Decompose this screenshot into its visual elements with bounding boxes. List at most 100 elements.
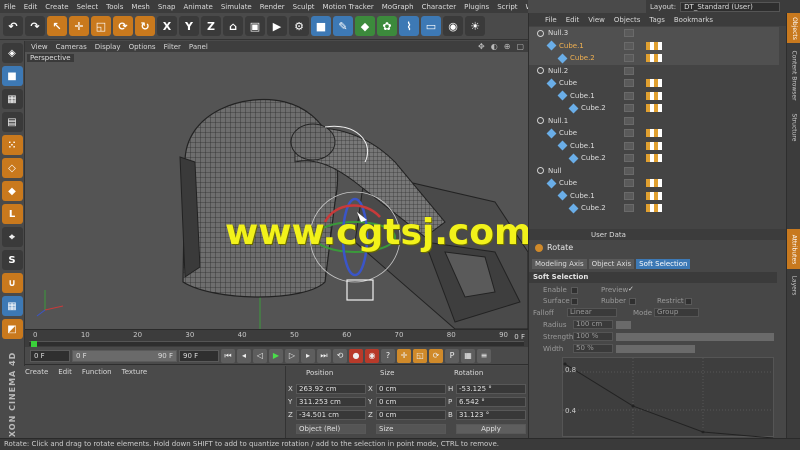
recent-tool-icon[interactable]: ↻ — [135, 16, 155, 36]
material-tags-icon[interactable] — [646, 204, 662, 213]
light-icon[interactable]: ☀ — [465, 16, 485, 36]
material-tags-icon[interactable] — [646, 104, 662, 113]
texture-mode-icon[interactable]: ▦ — [1, 89, 23, 109]
object-row[interactable]: Null.2 — [529, 65, 779, 78]
obj-menu-bookmarks[interactable]: Bookmarks — [674, 16, 713, 24]
object-row[interactable]: Cube.1 — [529, 140, 779, 153]
material-tags-icon[interactable] — [646, 54, 662, 63]
visibility-flags[interactable] — [624, 41, 634, 50]
spline-pen-icon[interactable]: ✎ — [333, 16, 353, 36]
obj-menu-view[interactable]: View — [588, 16, 605, 24]
material-tags-icon[interactable] — [646, 79, 662, 88]
viewport-menu-options[interactable]: Options — [129, 43, 156, 51]
obj-menu-file[interactable]: File — [545, 16, 557, 24]
render-picture-viewer-icon[interactable]: ▶ — [267, 16, 287, 36]
points-mode-icon[interactable]: ⁙ — [1, 135, 23, 155]
cube-object-icon[interactable]: ■ — [311, 16, 331, 36]
visibility-flags[interactable] — [624, 104, 634, 113]
max-frame-field[interactable]: 90 F — [179, 349, 219, 362]
menu-sculpt[interactable]: Sculpt — [293, 3, 315, 11]
menu-window[interactable]: Window — [526, 3, 528, 11]
menu-motion-tracker[interactable]: Motion Tracker — [323, 3, 374, 11]
workplane-icon[interactable]: ▤ — [1, 112, 23, 132]
apply-button[interactable]: Apply — [456, 424, 526, 434]
tweak-mode-icon[interactable]: ⌖ — [1, 227, 23, 247]
array-icon[interactable]: ✿ — [377, 16, 397, 36]
visibility-flags[interactable] — [624, 191, 634, 200]
move-icon[interactable]: ✛ — [69, 16, 89, 36]
side-tab-structure[interactable]: Structure — [787, 107, 800, 147]
rubber-checkbox[interactable] — [629, 298, 636, 305]
radius-field[interactable]: 100 cm — [573, 320, 613, 329]
attr-menu-user-data[interactable]: User Data — [591, 231, 626, 239]
menu-file[interactable]: File — [4, 3, 16, 11]
next-key-icon[interactable]: ▸ — [301, 348, 315, 363]
keyframe-selection-icon[interactable]: ? — [381, 348, 395, 363]
material-tags-icon[interactable] — [646, 129, 662, 138]
object-row[interactable]: Cube.1 — [529, 90, 779, 103]
viewport-menu-view[interactable]: View — [31, 43, 48, 51]
viewport-camera-icon[interactable]: ◐ — [491, 42, 498, 51]
material-menu-texture[interactable]: Texture — [122, 368, 148, 376]
side-tab-content-browser[interactable]: Content Browser — [787, 45, 800, 105]
viewport-menu-display[interactable]: Display — [95, 43, 121, 51]
object-row[interactable]: Cube.1 — [529, 190, 779, 203]
menu-mograph[interactable]: MoGraph — [382, 3, 414, 11]
magnet-icon[interactable]: ∪ — [1, 273, 23, 293]
goto-start-icon[interactable]: ⏮ — [221, 348, 235, 363]
menu-character[interactable]: Character — [422, 3, 457, 11]
material-tags-icon[interactable] — [646, 41, 662, 50]
strength-field[interactable]: 100 % — [573, 332, 613, 341]
material-menu-function[interactable]: Function — [82, 368, 112, 376]
snap-icon[interactable]: S — [1, 250, 23, 270]
record-position-icon[interactable]: ✛ — [397, 348, 411, 363]
object-row[interactable]: Cube.1 — [529, 39, 779, 52]
menu-simulate[interactable]: Simulate — [221, 3, 252, 11]
enable-axis-icon[interactable]: L — [1, 204, 23, 224]
y-axis-icon[interactable]: Y — [179, 16, 199, 36]
timeline-scrubber[interactable] — [29, 341, 524, 347]
model-mode-icon[interactable]: ■ — [1, 66, 23, 86]
floor-icon[interactable]: ▭ — [421, 16, 441, 36]
restrict-checkbox[interactable] — [685, 298, 692, 305]
menu-script[interactable]: Script — [497, 3, 517, 11]
play-icon[interactable]: ▶ — [269, 348, 283, 363]
menu-select[interactable]: Select — [77, 3, 99, 11]
surface-checkbox[interactable] — [571, 298, 578, 305]
viewport-menu-cameras[interactable]: Cameras — [56, 43, 87, 51]
side-tab-objects[interactable]: Objects — [787, 13, 800, 43]
visibility-flags[interactable] — [624, 129, 634, 138]
size-mode-select[interactable]: Size — [376, 424, 446, 434]
prev-key-icon[interactable]: ◂ — [237, 348, 251, 363]
position-x-field[interactable]: 263.92 cm — [296, 384, 366, 394]
record-keys-icon[interactable]: ● — [349, 348, 363, 363]
prev-frame-icon[interactable]: ◁ — [253, 348, 267, 363]
object-row[interactable]: Cube — [529, 177, 779, 190]
record-parameter-icon[interactable]: P — [445, 348, 459, 363]
menu-mesh[interactable]: Mesh — [131, 3, 149, 11]
object-row[interactable]: Null.3 — [529, 27, 779, 40]
tab-modeling-axis[interactable]: Modeling Axis — [532, 259, 587, 269]
loop-icon[interactable]: ⟲ — [333, 348, 347, 363]
viewport-menu-panel[interactable]: Panel — [189, 43, 208, 51]
material-menu-create[interactable]: Create — [25, 368, 48, 376]
visibility-flags[interactable] — [624, 91, 634, 100]
tab-soft-selection[interactable]: Soft Selection — [636, 259, 691, 269]
visibility-flags[interactable] — [624, 204, 634, 213]
visibility-flags[interactable] — [624, 154, 634, 163]
viewport-move-icon[interactable]: ✥ — [478, 42, 485, 51]
planar-workplane-icon[interactable]: ◩ — [1, 319, 23, 339]
viewport-menu-filter[interactable]: Filter — [164, 43, 181, 51]
position-z-field[interactable]: -34.501 cm — [296, 410, 366, 420]
menu-render[interactable]: Render — [260, 3, 285, 11]
side-tab-layers[interactable]: Layers — [787, 271, 800, 299]
viewport-layout-icon[interactable]: ▢ — [516, 42, 524, 51]
side-tab-attributes[interactable]: Attributes — [787, 229, 800, 269]
live-selection-icon[interactable]: ↖ — [47, 16, 67, 36]
redo-icon[interactable]: ↷ — [25, 16, 45, 36]
record-rotation-icon[interactable]: ⟳ — [429, 348, 443, 363]
falloff-graph[interactable] — [562, 357, 775, 438]
material-menu-edit[interactable]: Edit — [58, 368, 72, 376]
z-axis-icon[interactable]: Z — [201, 16, 221, 36]
rotation-h-field[interactable]: -53.125 ° — [456, 384, 526, 394]
